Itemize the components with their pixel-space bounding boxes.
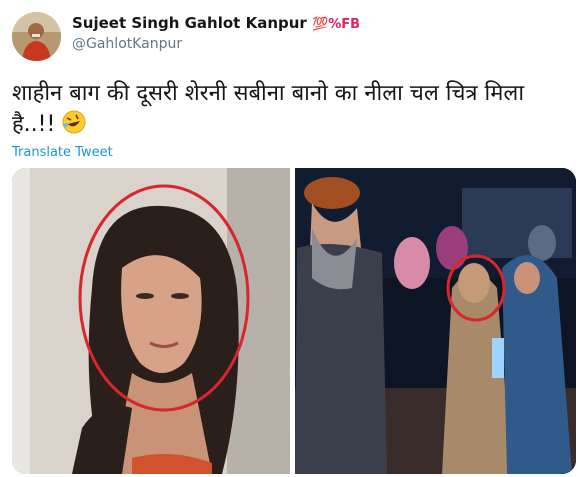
author-handle[interactable]: @GahlotKanpur: [72, 36, 182, 52]
translate-tweet-link[interactable]: Translate Tweet: [12, 145, 113, 160]
rolling-on-floor-laughing-emoji-icon: [62, 110, 86, 143]
tweet-media[interactable]: [12, 168, 576, 474]
author-name-row[interactable]: Sujeet Singh Gahlot Kanpur 💯%FB: [72, 14, 360, 32]
avatar-image: [12, 12, 61, 61]
tweet-text: शाहीन बाग की दूसरी शेरनी सबीना बानो का न…: [12, 78, 572, 143]
left-photo[interactable]: [12, 168, 290, 474]
author-display-name[interactable]: Sujeet Singh Gahlot Kanpur: [72, 14, 307, 32]
right-photo[interactable]: [295, 168, 576, 474]
author-avatar[interactable]: [12, 12, 61, 61]
author-badge: 💯%FB: [312, 17, 361, 32]
tweet-text-body: शाहीन बाग की दूसरी शेरनी सबीना बानो का न…: [12, 81, 525, 137]
